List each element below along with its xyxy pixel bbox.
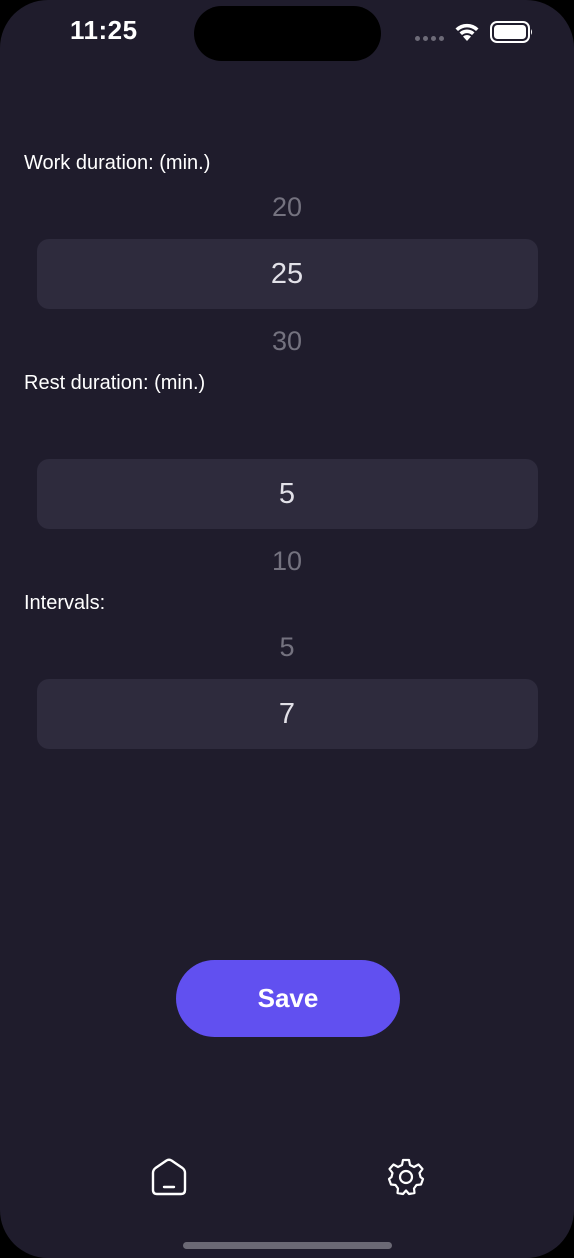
intervals-selected-value[interactable]: 7 — [0, 697, 574, 731]
battery-icon — [490, 21, 532, 43]
rest-duration-label: Rest duration: (min.) — [24, 372, 206, 394]
rest-duration-picker[interactable]: 5 10 — [0, 410, 574, 580]
work-duration-option-below[interactable]: 30 — [0, 324, 574, 358]
work-duration-label: Work duration: (min.) — [24, 152, 211, 174]
save-button[interactable]: Save — [176, 960, 400, 1037]
work-duration-picker[interactable]: 20 25 30 — [0, 190, 574, 360]
work-duration-option-above[interactable]: 20 — [0, 190, 574, 224]
status-time: 11:25 — [70, 15, 138, 45]
intervals-option-above[interactable]: 5 — [0, 630, 574, 664]
home-icon[interactable] — [149, 1157, 189, 1197]
dynamic-island — [194, 6, 381, 61]
wifi-icon — [455, 23, 479, 41]
app-screen: 11:25 Work duration: (min.) 20 25 30 Res… — [0, 0, 574, 1258]
intervals-label: Intervals: — [24, 592, 106, 614]
gear-icon[interactable] — [386, 1157, 426, 1197]
home-indicator[interactable] — [183, 1242, 392, 1249]
rest-duration-selected-value[interactable]: 5 — [0, 477, 574, 511]
rest-duration-option-below[interactable]: 10 — [0, 544, 574, 578]
work-duration-selected-value[interactable]: 25 — [0, 257, 574, 291]
intervals-picker[interactable]: 5 7 — [0, 630, 574, 800]
cellular-dots-icon — [415, 36, 444, 41]
